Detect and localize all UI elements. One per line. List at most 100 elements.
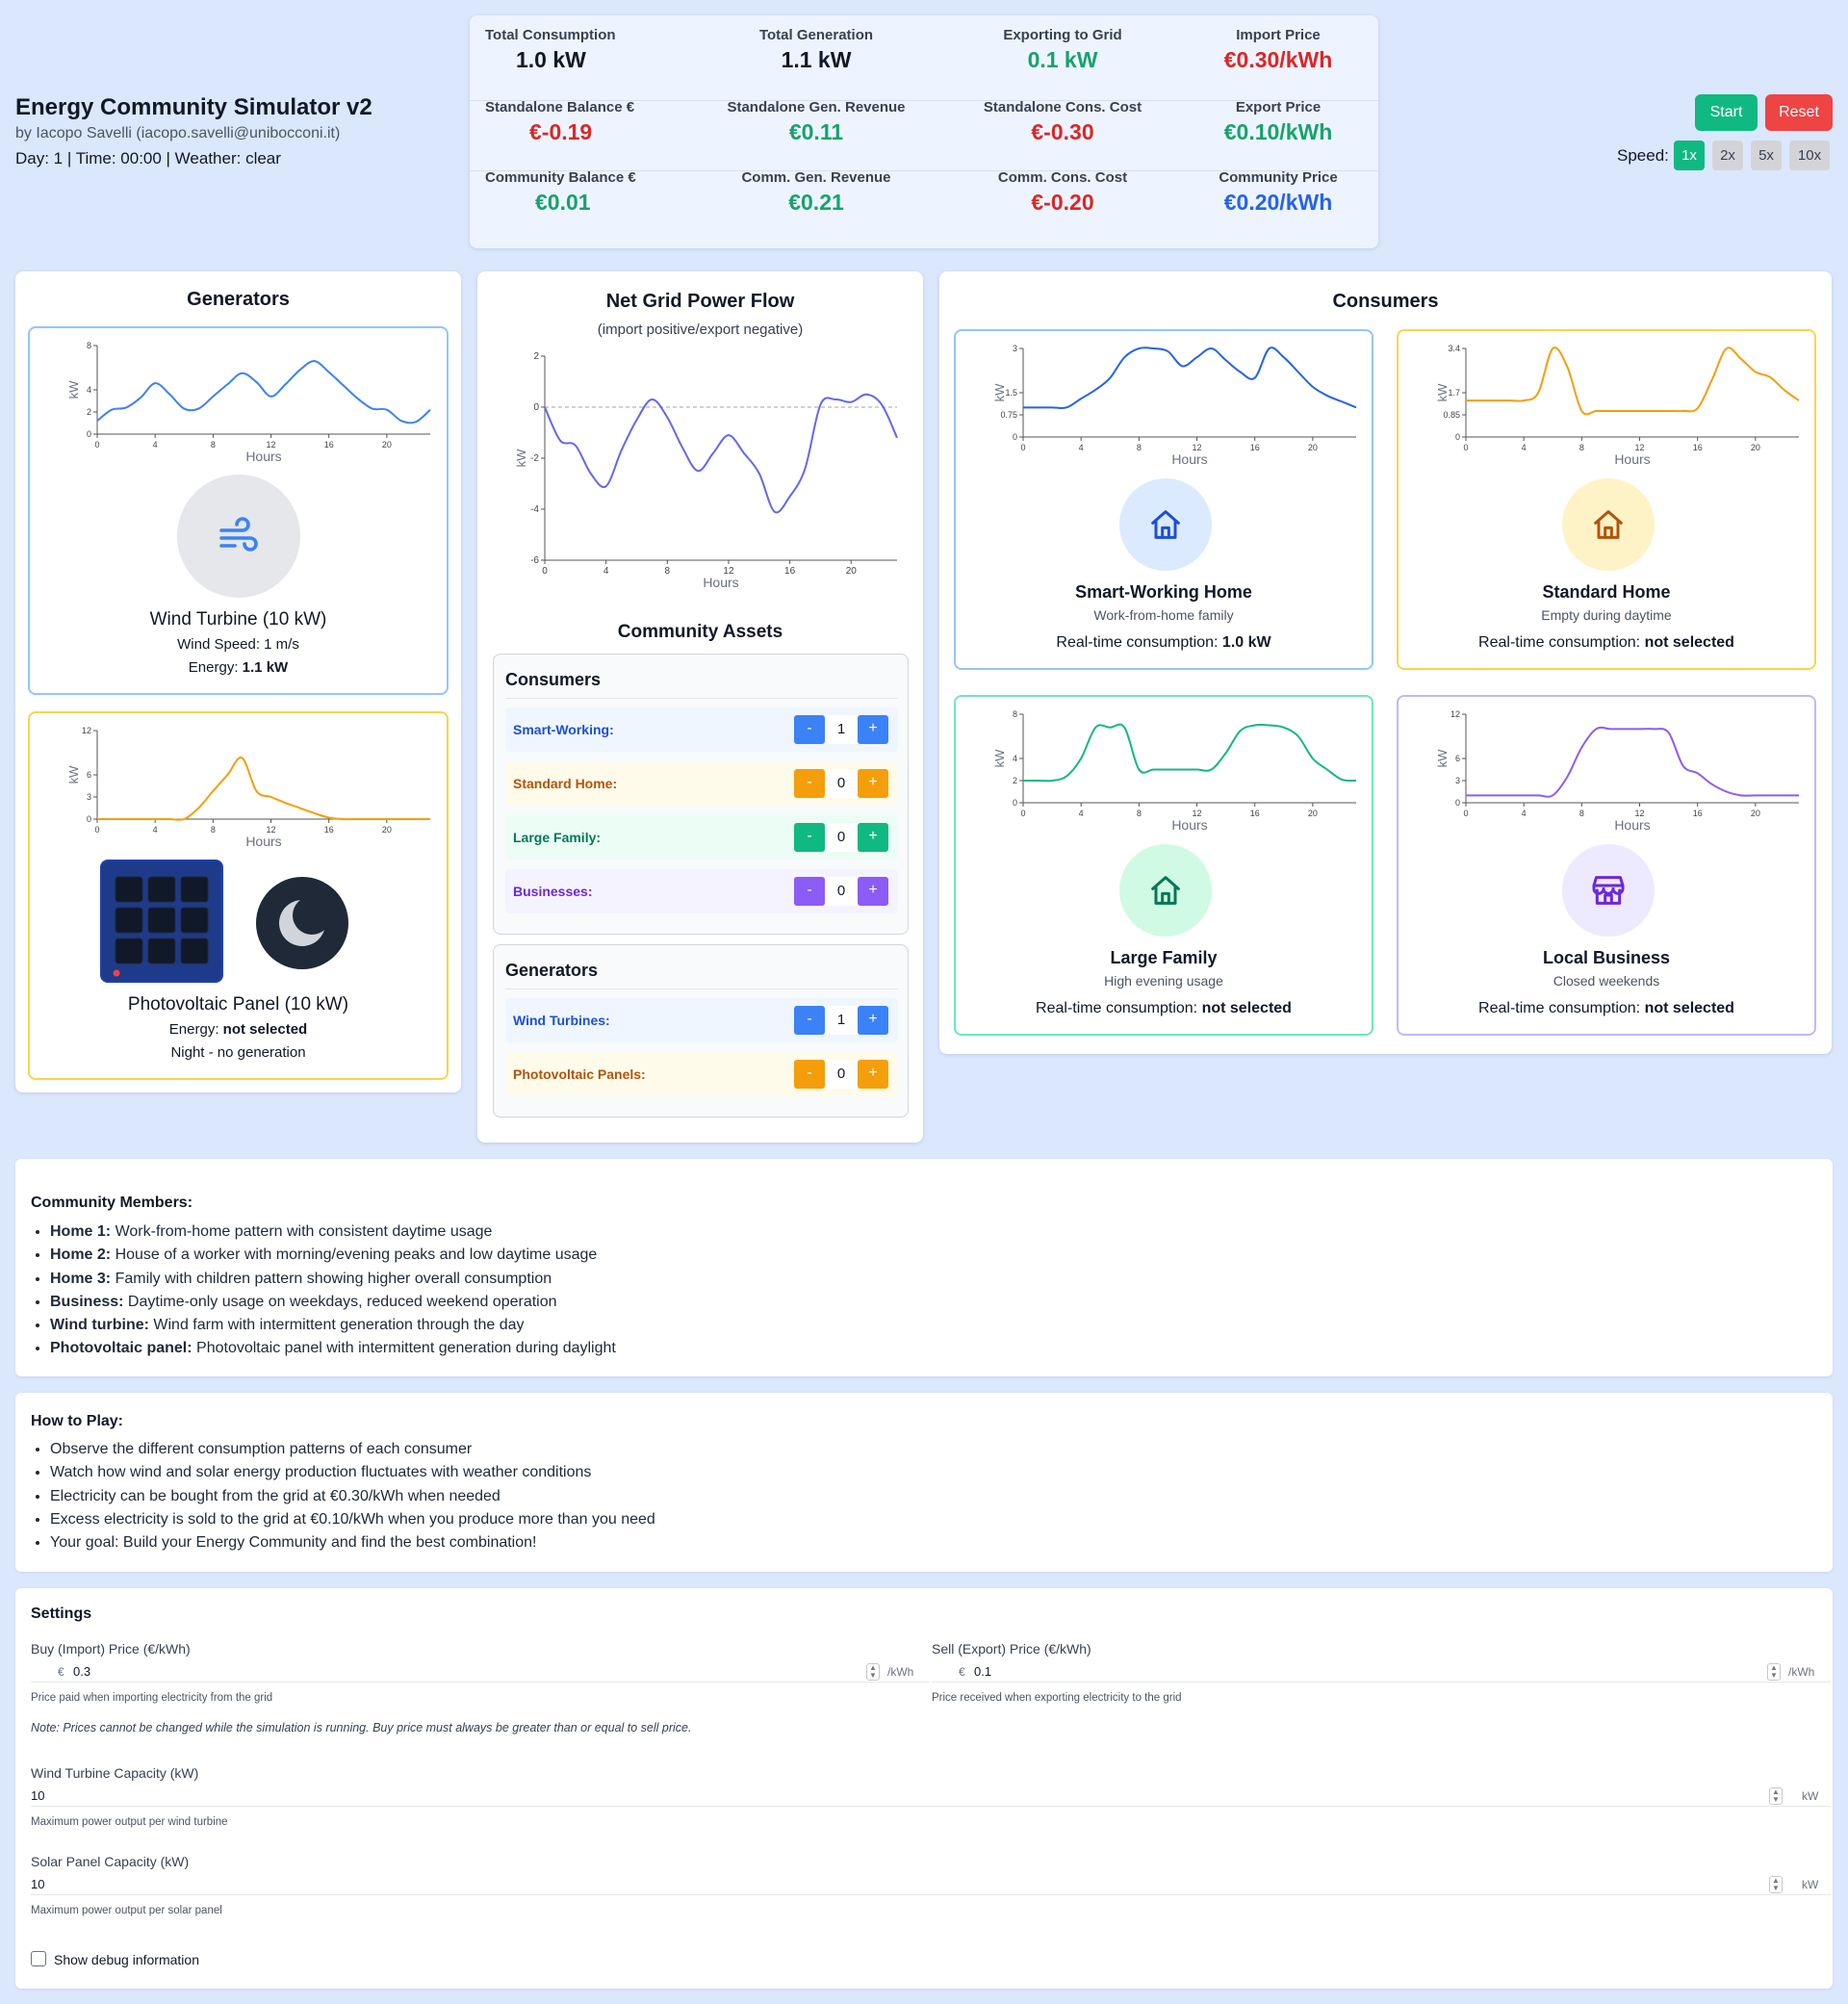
sell-price-help: Price received when exporting electricit…	[932, 1692, 1182, 1704]
x-tick-label: 0	[1020, 809, 1025, 818]
consumer-card[interactable]: 0 3 6 12 0 4 8 12 16 20 Hours kW Local Business Close…	[1397, 695, 1816, 1036]
stat-standalone-cons-cost: Standalone Cons. Cost €-0.30	[983, 99, 1142, 144]
wind-turbine-card[interactable]: 0 2 4 8 0 4 8 12 16 20 Hours kW Wind Turbine (10 kW…	[28, 326, 449, 695]
x-axis-label: Hours	[1171, 817, 1207, 833]
buy-currency: €	[58, 1665, 64, 1679]
x-tick-label: 16	[1693, 809, 1703, 818]
y-tick-label: 6	[87, 770, 91, 780]
asset-consumers-group: Consumers Smart-Working: -1 + Standard Home…	[493, 654, 909, 935]
asset-generators-title: Generators	[505, 961, 599, 980]
speed-10x-button[interactable]: 10x	[1789, 141, 1830, 170]
decrement-button[interactable]: -	[794, 769, 825, 798]
consumer-name: Smart-Working Home	[1075, 582, 1252, 602]
x-tick-label: 8	[1137, 809, 1142, 818]
decrement-button[interactable]: -	[794, 823, 825, 852]
howto-item: Excess electricity is sold to the grid a…	[50, 1508, 655, 1531]
increment-button[interactable]: +	[858, 1060, 888, 1089]
x-tick-label: 8	[1579, 443, 1584, 452]
y-tick-label: 12	[82, 726, 91, 735]
asset-consumer-stepper: -0 +	[794, 877, 888, 906]
pv-panel-name: Photovoltaic Panel (10 kW)	[127, 994, 349, 1015]
home-icon	[1151, 876, 1180, 905]
increment-button[interactable]: +	[858, 769, 888, 798]
x-tick-label: 0	[542, 566, 548, 577]
y-tick-label: 3	[87, 792, 91, 802]
start-button[interactable]: Start	[1695, 94, 1758, 131]
consumer-realtime: Real-time consumption: not selected	[1036, 1000, 1292, 1016]
stat-exporting: Exporting to Grid 0.1 kW	[1003, 27, 1122, 72]
x-tick-label: 0	[1463, 809, 1468, 818]
speed-2x-button[interactable]: 2x	[1712, 141, 1743, 170]
price-note: Note: Prices cannot be changed while the…	[31, 1721, 692, 1734]
y-tick-label: 12	[1450, 709, 1460, 719]
members-title: Community Members:	[31, 1195, 193, 1211]
x-tick-label: 4	[603, 566, 609, 577]
y-axis-label: kW	[1437, 749, 1450, 768]
count-value: 0	[825, 1060, 858, 1089]
consumer-card[interactable]: 0 0.85 1.7 3.4 0 4 8 12 16 20 Hours kW Standard Home…	[1397, 329, 1816, 670]
x-tick-label: 0	[94, 825, 99, 835]
pv-panel-card[interactable]: 0 3 6 12 0 4 8 12 16 20 Hours kW Photovoltaic Panel…	[28, 711, 449, 1080]
solar-capacity-spinner[interactable]: ▲ ▼	[1769, 1876, 1783, 1893]
y-tick-label: 0	[87, 429, 91, 439]
sell-price-input[interactable]: € 0.1 ▲ ▼ /kWh	[932, 1661, 1831, 1683]
decrement-button[interactable]: -	[794, 1006, 825, 1035]
x-tick-label: 8	[665, 566, 671, 577]
asset-consumer-row: Large Family: -0 +	[505, 815, 898, 860]
asset-consumer-stepper: -0 +	[794, 823, 888, 852]
decrement-button[interactable]: -	[794, 877, 825, 906]
asset-generator-label: Photovoltaic Panels:	[513, 1066, 646, 1082]
series-line	[96, 360, 431, 424]
speed-5x-button[interactable]: 5x	[1751, 141, 1782, 170]
increment-button[interactable]: +	[858, 715, 888, 744]
asset-consumer-label: Smart-Working:	[513, 722, 614, 737]
x-tick-label: 4	[153, 825, 158, 835]
debug-checkbox[interactable]	[31, 1951, 46, 1966]
x-tick-label: 8	[1579, 809, 1584, 818]
series-line	[1022, 723, 1357, 783]
home-icon	[1151, 510, 1180, 539]
increment-button[interactable]: +	[858, 1006, 888, 1035]
x-tick-label: 4	[1522, 809, 1527, 818]
x-tick-label: 20	[1308, 443, 1318, 452]
consumer-name: Local Business	[1542, 948, 1671, 967]
decrement-button[interactable]: -	[794, 1060, 825, 1089]
wind-capacity-spinner[interactable]: ▲ ▼	[1769, 1787, 1783, 1805]
increment-button[interactable]: +	[858, 877, 888, 906]
reset-button[interactable]: Reset	[1765, 94, 1833, 131]
sell-price-spinner[interactable]: ▲ ▼	[1767, 1663, 1781, 1681]
speed-1x-button[interactable]: 1x	[1674, 141, 1705, 170]
y-tick-label: 2	[1013, 776, 1017, 785]
x-tick-label: 8	[211, 440, 216, 450]
buy-price-input[interactable]: € 0.3 ▲ ▼ /kWh	[31, 1661, 930, 1683]
assets-title: Community Assets	[617, 622, 783, 642]
series-line	[1466, 347, 1800, 416]
stat-comm-gen-revenue: Comm. Gen. Revenue €0.21	[741, 169, 891, 215]
consumer-card[interactable]: 0 0.75 1.5 3 0 4 8 12 16 20 Hours kW Smart-Working H…	[954, 329, 1373, 670]
asset-generator-stepper: -0 +	[794, 1060, 888, 1089]
home-icon	[1594, 510, 1623, 539]
buy-price-label: Buy (Import) Price (€/kWh)	[31, 1641, 191, 1657]
consumer-description: Empty during daytime	[1541, 607, 1672, 623]
y-tick-label: 4	[87, 385, 91, 395]
stat-total-consumption: Total Consumption 1.0 kW	[485, 27, 616, 72]
decrement-button[interactable]: -	[794, 715, 825, 744]
buy-price-spinner[interactable]: ▲ ▼	[866, 1663, 880, 1681]
solar-capacity-input[interactable]: 10 ▲ ▼ kW	[31, 1874, 1831, 1895]
buy-price-help: Price paid when importing electricity fr…	[31, 1692, 273, 1704]
pv-chart: 036120 4 8 12 16 20HourskW	[68, 726, 430, 849]
y-axis-label: kW	[994, 749, 1007, 768]
x-tick-label: 4	[1079, 809, 1084, 818]
y-tick-label: -6	[530, 555, 539, 566]
consumer-card[interactable]: 0 2 4 8 0 4 8 12 16 20 Hours kW Large Family High eve…	[954, 695, 1373, 1036]
series-line	[1022, 347, 1357, 410]
status-line: Day: 1 | Time: 00:00 | Weather: clear	[15, 149, 281, 167]
wind-capacity-value: 10	[31, 1788, 45, 1803]
y-axis-label: kW	[68, 380, 81, 399]
x-axis-label: Hours	[245, 449, 281, 464]
buy-unit: /kWh	[887, 1665, 914, 1679]
x-tick-label: 20	[1751, 809, 1760, 818]
increment-button[interactable]: +	[858, 823, 888, 852]
grid-chart-subtitle: (import positive/export negative)	[597, 321, 804, 338]
wind-capacity-input[interactable]: 10 ▲ ▼ kW	[31, 1786, 1831, 1807]
